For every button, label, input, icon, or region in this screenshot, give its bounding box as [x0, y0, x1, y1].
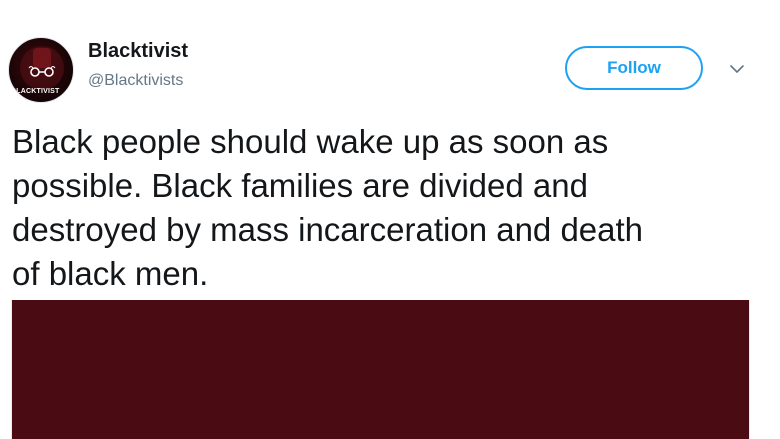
avatar-logo-text: BLACKTIVIST — [11, 88, 60, 95]
tweet-card: BLACKTIVIST Blacktivist @Blacktivists Fo… — [0, 0, 780, 439]
follow-button[interactable]: Follow — [565, 46, 703, 90]
tweet-media[interactable] — [11, 300, 750, 439]
tweet-text: Black people should wake up as soon as p… — [12, 123, 644, 292]
display-name[interactable]: Blacktivist — [88, 40, 188, 63]
avatar[interactable]: BLACKTIVIST — [8, 37, 74, 103]
user-handle[interactable]: @Blacktivists — [88, 72, 183, 90]
chevron-down-icon[interactable] — [728, 62, 746, 76]
tweet-header: BLACKTIVIST Blacktivist @Blacktivists Fo… — [0, 0, 780, 110]
